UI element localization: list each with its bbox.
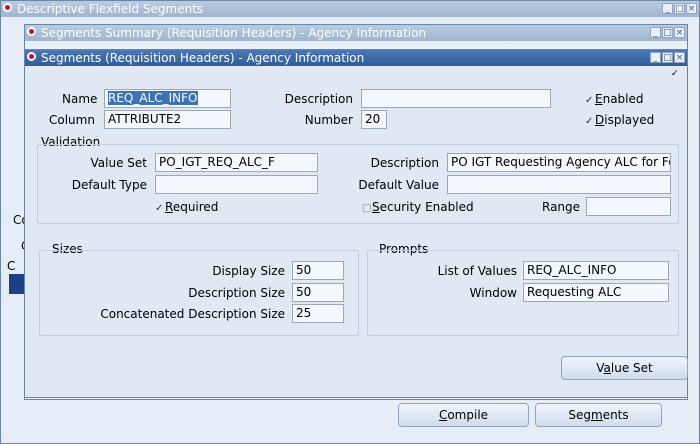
- maximize-icon[interactable]: □: [662, 27, 673, 38]
- default-value-label: Default Value: [358, 178, 439, 192]
- oracle-icon: [27, 27, 36, 36]
- number-label: Number: [304, 113, 353, 127]
- description-field[interactable]: [361, 89, 551, 108]
- close-icon[interactable]: ×: [674, 52, 685, 63]
- bg-label-c2: C: [7, 259, 16, 273]
- compile-button[interactable]: Compile: [398, 403, 529, 427]
- checkmark-icon: ✓: [585, 95, 594, 106]
- list-of-values-field[interactable]: REQ_ALC_INFO: [523, 261, 669, 280]
- column-field[interactable]: ATTRIBUTE2: [104, 110, 231, 129]
- name-field[interactable]: REQ_ALC_INFO: [104, 89, 231, 108]
- concatenated-size-label: Concatenated Description Size: [100, 307, 285, 321]
- value-set-label: Value Set: [90, 156, 147, 170]
- number-field[interactable]: 20: [361, 110, 387, 129]
- name-label: Name: [62, 92, 98, 106]
- bg-row-selected: [9, 274, 25, 294]
- segments-titlebar[interactable]: Segments (Requisition Headers) - Agency …: [25, 50, 687, 66]
- displayed-checkbox[interactable]: ✓ Displayed: [585, 113, 654, 127]
- description-label: Description: [284, 92, 353, 106]
- display-size-field[interactable]: 50: [292, 261, 344, 280]
- maximize-icon[interactable]: □: [674, 3, 685, 14]
- range-field[interactable]: [586, 197, 671, 216]
- minimize-icon[interactable]: _: [650, 27, 661, 38]
- enabled-checkbox[interactable]: ✓ Enabled: [585, 92, 644, 106]
- display-size-label: Display Size: [212, 264, 285, 278]
- description-size-field[interactable]: 50: [292, 283, 344, 302]
- oracle-icon: [3, 3, 12, 12]
- column-label: Column: [49, 113, 95, 127]
- segments-window: Segments (Requisition Headers) - Agency …: [24, 49, 688, 398]
- window-title: Segments (Requisition Headers) - Agency …: [41, 51, 365, 65]
- segments-summary-titlebar[interactable]: Segments Summary (Requisition Headers) -…: [25, 25, 687, 41]
- default-value-field[interactable]: [447, 175, 671, 194]
- window-prompt-field[interactable]: Requesting ALC: [523, 283, 669, 302]
- flexfield-segments-titlebar[interactable]: Descriptive Flexfield Segments _ □ ×: [1, 1, 699, 17]
- window-label: Window: [469, 286, 517, 300]
- default-type-label: Default Type: [71, 178, 147, 192]
- checkmark-icon: ✓: [585, 116, 594, 127]
- close-icon[interactable]: ×: [674, 27, 685, 38]
- window-title: Segments Summary (Requisition Headers) -…: [41, 26, 427, 40]
- description-size-label: Description Size: [188, 286, 285, 300]
- validation-description-label: Description: [370, 156, 439, 170]
- list-of-values-label: List of Values: [437, 264, 517, 278]
- checkbox-empty-icon: □: [362, 203, 372, 214]
- segments-button[interactable]: Segments: [535, 403, 662, 427]
- minimize-icon[interactable]: _: [650, 52, 661, 63]
- security-enabled-checkbox[interactable]: □Security Enabled: [362, 200, 474, 214]
- checkmark-icon: ✓: [155, 203, 164, 214]
- window-title: Descriptive Flexfield Segments: [17, 2, 204, 16]
- oracle-icon: [27, 52, 36, 61]
- maximize-icon[interactable]: □: [662, 52, 673, 63]
- range-label: Range: [542, 200, 581, 214]
- value-set-button[interactable]: Value Set: [561, 356, 688, 380]
- value-set-field[interactable]: PO_IGT_REQ_ALC_F: [155, 153, 318, 172]
- default-type-field[interactable]: [155, 175, 318, 194]
- required-checkbox[interactable]: ✓ Required: [155, 200, 218, 214]
- record-checkbox[interactable]: ✓: [671, 70, 680, 79]
- concatenated-size-field[interactable]: 25: [292, 304, 344, 323]
- validation-description-field[interactable]: PO IGT Requesting Agency ALC for Fo: [447, 153, 671, 172]
- minimize-icon[interactable]: _: [662, 3, 673, 14]
- close-icon[interactable]: ×: [686, 3, 697, 14]
